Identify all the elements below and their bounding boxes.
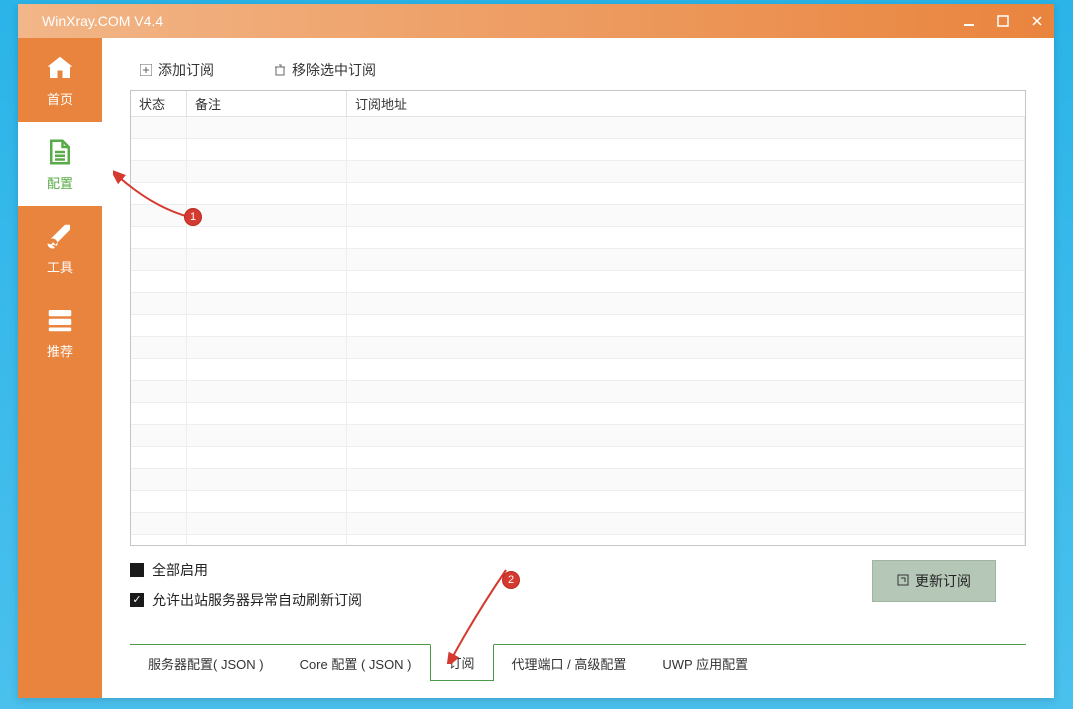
table-row[interactable]: [131, 535, 1025, 546]
remove-subscription-label: 移除选中订阅: [292, 60, 376, 80]
update-subscription-button[interactable]: 更新订阅: [872, 560, 996, 602]
column-header-url[interactable]: 订阅地址: [347, 91, 1025, 117]
table-row[interactable]: [131, 117, 1025, 139]
update-button-label: 更新订阅: [915, 571, 971, 591]
checkbox-icon: [130, 563, 144, 577]
table-row[interactable]: [131, 139, 1025, 161]
tab-proxy-advanced[interactable]: 代理端口 / 高级配置: [494, 645, 645, 681]
sidebar-item-label: 配置: [47, 173, 73, 192]
tab-server-json[interactable]: 服务器配置( JSON ): [130, 645, 282, 681]
checkbox-label: 允许出站服务器异常自动刷新订阅: [152, 590, 362, 610]
sidebar-item-home[interactable]: 首页: [18, 38, 102, 122]
window-title: WinXray.COM V4.4: [42, 13, 163, 29]
document-icon: [45, 137, 75, 167]
sidebar-item-label: 推荐: [47, 341, 73, 360]
home-icon: [45, 53, 75, 83]
checkbox-checked-icon: [130, 593, 144, 607]
table-row[interactable]: [131, 359, 1025, 381]
table-row[interactable]: [131, 381, 1025, 403]
table-row[interactable]: [131, 491, 1025, 513]
table-body: [131, 117, 1025, 545]
trash-icon: [274, 64, 286, 76]
table-row[interactable]: [131, 469, 1025, 491]
body-area: 首页 配置 工具: [18, 38, 1054, 698]
app-window: WinXray.COM V4.4 首页: [18, 4, 1054, 698]
table-row[interactable]: [131, 315, 1025, 337]
column-header-remark[interactable]: 备注: [187, 91, 347, 117]
table-row[interactable]: [131, 513, 1025, 535]
table-row[interactable]: [131, 249, 1025, 271]
bottom-tabs: 服务器配置( JSON ) Core 配置 ( JSON ) 订阅 代理端口 /…: [130, 644, 1026, 682]
add-subscription-label: 添加订阅: [158, 60, 214, 80]
table-row[interactable]: [131, 403, 1025, 425]
sidebar-item-recommend[interactable]: 推荐: [18, 290, 102, 374]
wrench-icon: [45, 221, 75, 251]
checkbox-group: 全部启用 允许出站服务器异常自动刷新订阅: [130, 560, 362, 610]
table-row[interactable]: [131, 271, 1025, 293]
sidebar: 首页 配置 工具: [18, 38, 102, 698]
table-row[interactable]: [131, 447, 1025, 469]
minimize-button[interactable]: [952, 4, 986, 38]
titlebar[interactable]: WinXray.COM V4.4: [18, 4, 1054, 38]
table-row[interactable]: [131, 337, 1025, 359]
remove-subscription-button[interactable]: 移除选中订阅: [274, 60, 376, 80]
enable-all-checkbox[interactable]: 全部启用: [130, 560, 362, 580]
add-subscription-button[interactable]: 添加订阅: [140, 60, 214, 80]
tab-core-json[interactable]: Core 配置 ( JSON ): [282, 645, 430, 681]
column-header-status[interactable]: 状态: [131, 91, 187, 117]
content-toolbar: 添加订阅 移除选中订阅: [130, 56, 1026, 90]
auto-refresh-checkbox[interactable]: 允许出站服务器异常自动刷新订阅: [130, 590, 362, 610]
sidebar-item-label: 首页: [47, 89, 73, 108]
table-header-row: 状态 备注 订阅地址: [131, 91, 1025, 117]
plus-box-icon: [140, 64, 152, 76]
table-row[interactable]: [131, 227, 1025, 249]
table-row[interactable]: [131, 183, 1025, 205]
table-row[interactable]: [131, 205, 1025, 227]
close-button[interactable]: [1020, 4, 1054, 38]
sidebar-item-config[interactable]: 配置: [18, 122, 102, 206]
options-row: 全部启用 允许出站服务器异常自动刷新订阅 更新订阅: [130, 560, 1026, 610]
checkbox-label: 全部启用: [152, 560, 208, 580]
refresh-icon: [897, 573, 909, 589]
sidebar-item-label: 工具: [47, 257, 73, 276]
subscription-table[interactable]: 状态 备注 订阅地址: [130, 90, 1026, 546]
server-icon: [45, 305, 75, 335]
window-controls: [952, 4, 1054, 38]
tab-subscription[interactable]: 订阅: [430, 644, 494, 681]
tab-uwp[interactable]: UWP 应用配置: [644, 645, 766, 681]
sidebar-item-tools[interactable]: 工具: [18, 206, 102, 290]
table-row[interactable]: [131, 293, 1025, 315]
content-area: 添加订阅 移除选中订阅 状态 备注 订阅地址: [102, 38, 1054, 698]
table-row[interactable]: [131, 425, 1025, 447]
maximize-button[interactable]: [986, 4, 1020, 38]
table-row[interactable]: [131, 161, 1025, 183]
